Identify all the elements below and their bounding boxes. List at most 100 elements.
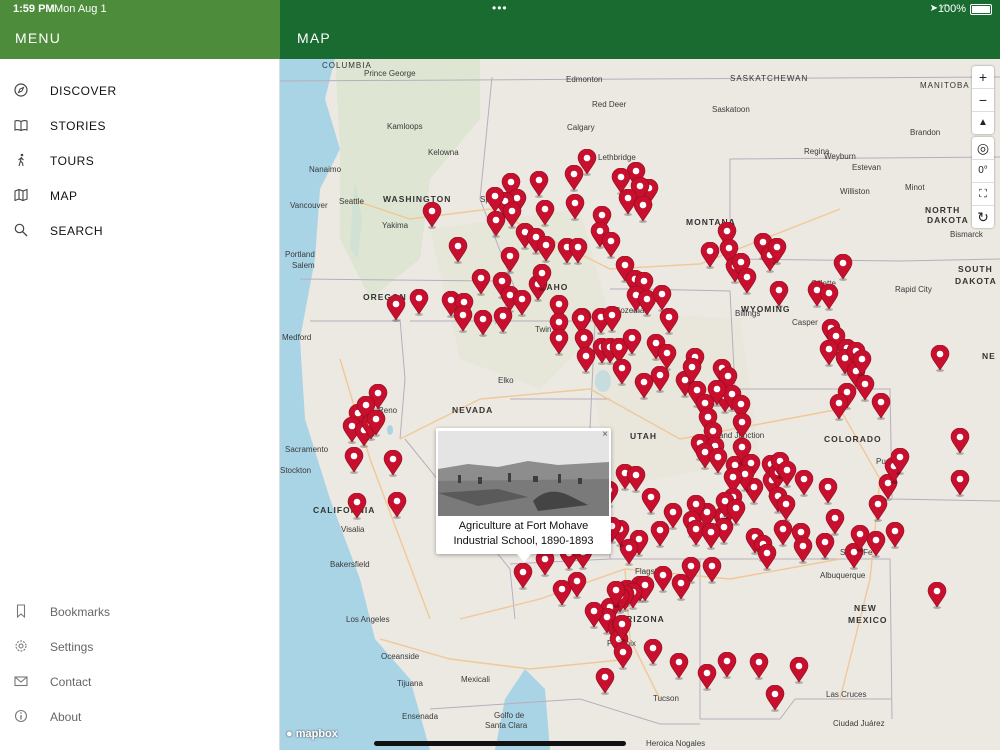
- story-marker[interactable]: [601, 232, 621, 259]
- story-marker[interactable]: [789, 657, 809, 684]
- nav-item-tours[interactable]: TOURS: [0, 146, 279, 176]
- story-marker[interactable]: [536, 236, 556, 263]
- story-marker[interactable]: [513, 563, 533, 590]
- story-marker[interactable]: [890, 448, 910, 475]
- story-marker[interactable]: [535, 550, 555, 577]
- story-marker[interactable]: [663, 503, 683, 530]
- story-marker[interactable]: [386, 295, 406, 322]
- story-marker[interactable]: [950, 428, 970, 455]
- story-marker[interactable]: [818, 478, 838, 505]
- story-marker[interactable]: [793, 537, 813, 564]
- settings-link[interactable]: Settings: [0, 632, 279, 662]
- story-marker[interactable]: [448, 237, 468, 264]
- story-marker[interactable]: [769, 281, 789, 308]
- map-view[interactable]: COLUMBIA SASKATCHEWAN MANITOBA Edmonton Prin…: [280, 59, 1000, 750]
- story-marker[interactable]: [529, 171, 549, 198]
- story-marker[interactable]: [866, 531, 886, 558]
- story-marker[interactable]: [549, 329, 569, 356]
- story-image[interactable]: [438, 431, 609, 516]
- story-marker[interactable]: [643, 639, 663, 666]
- mapbox-logo[interactable]: ● mapbox: [286, 728, 338, 740]
- story-marker[interactable]: [707, 380, 727, 407]
- story-marker[interactable]: [613, 643, 633, 670]
- nav-item-stories[interactable]: STORIES: [0, 111, 279, 141]
- story-marker[interactable]: [564, 165, 584, 192]
- story-marker[interactable]: [532, 264, 552, 291]
- story-caption[interactable]: Agriculture at Fort Mohave Industrial Sc…: [440, 519, 607, 549]
- story-marker[interactable]: [776, 495, 796, 522]
- story-marker[interactable]: [732, 413, 752, 440]
- compass-button[interactable]: ▲: [972, 112, 994, 134]
- story-marker[interactable]: [767, 238, 787, 265]
- story-marker[interactable]: [671, 574, 691, 601]
- story-marker[interactable]: [702, 557, 722, 584]
- story-marker[interactable]: [726, 499, 746, 526]
- story-marker[interactable]: [765, 685, 785, 712]
- story-marker[interactable]: [852, 350, 872, 377]
- story-marker[interactable]: [669, 653, 689, 680]
- story-marker[interactable]: [701, 523, 721, 550]
- multitasking-dots[interactable]: •••: [492, 1, 508, 15]
- story-marker[interactable]: [749, 653, 769, 680]
- story-marker[interactable]: [567, 572, 587, 599]
- story-marker[interactable]: [500, 247, 520, 274]
- fullscreen-button[interactable]: ⛶: [972, 183, 994, 206]
- story-marker[interactable]: [737, 268, 757, 295]
- contact-link[interactable]: Contact: [0, 667, 279, 697]
- story-marker[interactable]: [717, 652, 737, 679]
- story-marker[interactable]: [565, 194, 585, 221]
- story-marker[interactable]: [930, 345, 950, 372]
- story-marker[interactable]: [473, 310, 493, 337]
- story-marker[interactable]: [409, 289, 429, 316]
- story-marker[interactable]: [486, 211, 506, 238]
- locate-button[interactable]: ◎: [972, 137, 994, 160]
- bookmarks-link[interactable]: Bookmarks: [0, 597, 279, 627]
- story-marker[interactable]: [757, 544, 777, 571]
- nav-item-discover[interactable]: DISCOVER: [0, 76, 279, 106]
- story-marker[interactable]: [422, 202, 442, 229]
- story-marker[interactable]: [871, 393, 891, 420]
- story-marker[interactable]: [794, 470, 814, 497]
- story-marker[interactable]: [344, 447, 364, 474]
- story-marker[interactable]: [606, 581, 626, 608]
- story-marker[interactable]: [622, 329, 642, 356]
- story-marker[interactable]: [387, 492, 407, 519]
- story-marker[interactable]: [697, 664, 717, 691]
- story-marker[interactable]: [602, 306, 622, 333]
- story-marker[interactable]: [535, 200, 555, 227]
- story-marker[interactable]: [584, 602, 604, 629]
- story-marker[interactable]: [653, 566, 673, 593]
- zoom-in-button[interactable]: +: [972, 66, 994, 89]
- story-marker[interactable]: [927, 582, 947, 609]
- nav-item-map[interactable]: MAP: [0, 181, 279, 211]
- home-indicator[interactable]: [374, 741, 626, 746]
- story-marker[interactable]: [612, 615, 632, 642]
- story-marker[interactable]: [453, 306, 473, 333]
- story-marker[interactable]: [633, 196, 653, 223]
- story-marker[interactable]: [659, 308, 679, 335]
- story-marker[interactable]: [815, 533, 835, 560]
- story-marker[interactable]: [493, 307, 513, 334]
- zoom-out-button[interactable]: −: [972, 89, 994, 112]
- story-marker[interactable]: [612, 359, 632, 386]
- story-marker[interactable]: [950, 470, 970, 497]
- popup-close-button[interactable]: ×: [602, 429, 608, 440]
- story-marker[interactable]: [650, 366, 670, 393]
- story-marker[interactable]: [885, 522, 905, 549]
- story-marker[interactable]: [825, 509, 845, 536]
- story-popup[interactable]: × Agriculture at Fort Mohave Industrial …: [436, 428, 611, 562]
- story-marker[interactable]: [471, 269, 491, 296]
- story-marker[interactable]: [512, 290, 532, 317]
- about-link[interactable]: About: [0, 702, 279, 732]
- story-marker[interactable]: [641, 488, 661, 515]
- story-marker[interactable]: [829, 394, 849, 421]
- bearing-button[interactable]: 0°: [972, 160, 994, 183]
- nav-item-search[interactable]: SEARCH: [0, 216, 279, 246]
- refresh-button[interactable]: ↻: [972, 206, 994, 228]
- story-marker[interactable]: [576, 347, 596, 374]
- story-marker[interactable]: [383, 450, 403, 477]
- story-marker[interactable]: [833, 254, 853, 281]
- story-marker[interactable]: [568, 238, 588, 265]
- story-marker[interactable]: [366, 410, 386, 437]
- story-marker[interactable]: [347, 493, 367, 520]
